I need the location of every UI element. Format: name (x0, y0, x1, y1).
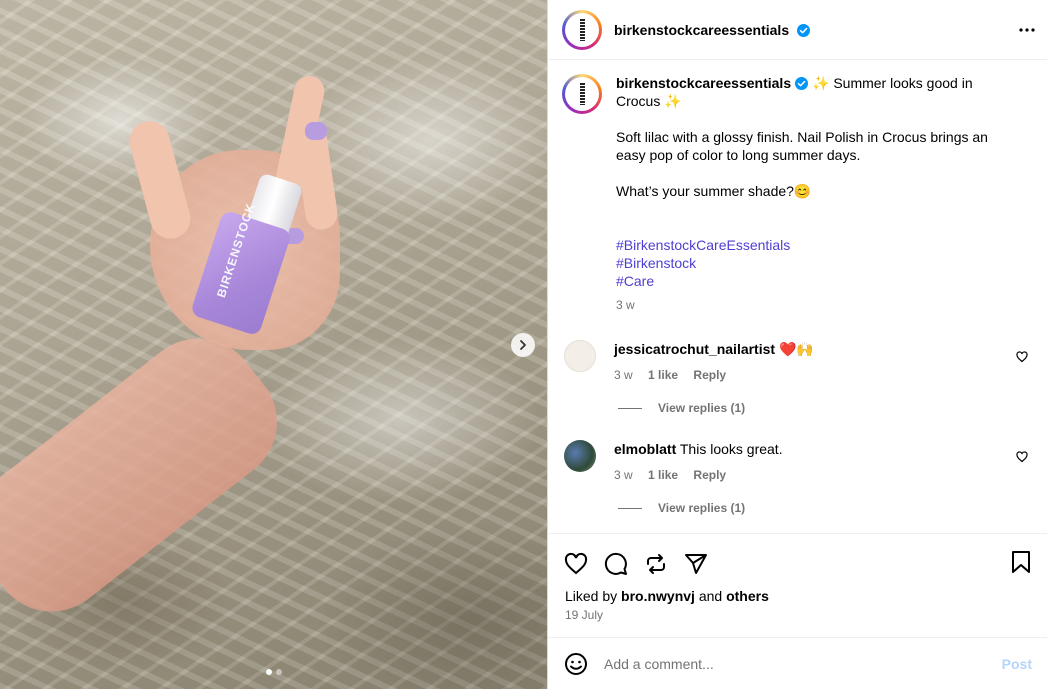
comment-likes[interactable]: 1 like (648, 368, 678, 382)
caption-avatar[interactable] (562, 74, 602, 114)
likes-and: and (698, 588, 723, 604)
comment-age: 3 w (614, 368, 633, 382)
likes-others-link[interactable]: others (726, 588, 769, 604)
post-header: birkenstockcareessentials (548, 0, 1047, 60)
carousel-dot-active (265, 669, 272, 675)
comment-item: elmoblatt This looks great. 3 w 1 like R… (564, 440, 1034, 484)
verified-badge-icon (797, 23, 810, 37)
comment-item: jessicatrochut_nailartist ❤️🙌 3 w 1 like… (564, 340, 1034, 384)
caption-body: birkenstockcareessentials ✨ Summer looks… (616, 74, 1016, 314)
bookmark-icon[interactable] (1010, 550, 1032, 577)
post-date: 19 July (565, 608, 604, 622)
comment-text: This looks great. (679, 441, 783, 457)
brand-logo-icon (579, 83, 585, 105)
comment-likes[interactable]: 1 like (648, 468, 678, 482)
hashtag-link[interactable]: #BirkenstockCareEssentials (616, 236, 1016, 254)
image-nail (305, 122, 327, 140)
repost-icon[interactable] (644, 552, 668, 576)
likes-summary: Liked by bro.nwynvj and others (565, 588, 769, 604)
like-icon[interactable] (564, 552, 588, 576)
comment-age: 3 w (614, 468, 633, 482)
comment-input[interactable] (604, 655, 984, 672)
comment-like-icon[interactable] (1016, 350, 1028, 366)
image-arm (0, 314, 302, 636)
carousel-dot (275, 669, 282, 675)
post-caption: birkenstockcareessentials ✨ Summer looks… (562, 74, 1032, 314)
author-avatar[interactable] (562, 9, 602, 50)
emoji-icon[interactable] (564, 652, 588, 676)
commenter-username[interactable]: jessicatrochut_nailartist (614, 341, 775, 357)
chevron-right-icon (520, 340, 526, 350)
reply-button[interactable]: Reply (693, 468, 726, 482)
author-username[interactable]: birkenstockcareessentials (614, 22, 789, 38)
brand-logo-icon (579, 18, 585, 41)
view-replies-button[interactable]: View replies (1) (618, 401, 745, 415)
post-image[interactable]: BIRKENSTOCK (0, 0, 547, 689)
commenter-avatar[interactable] (564, 440, 596, 472)
comment-like-icon[interactable] (1016, 450, 1028, 466)
liker-username[interactable]: bro.nwynvj (621, 588, 695, 604)
view-replies-button[interactable]: View replies (1) (618, 501, 745, 515)
commenter-avatar[interactable] (564, 340, 596, 372)
caption-line: What’s your summer shade?😊 (616, 183, 812, 199)
verified-badge-icon (795, 77, 809, 90)
comment-text: ❤️🙌 (778, 341, 814, 357)
caption-age: 3 w (616, 298, 635, 312)
more-options-icon[interactable] (1018, 22, 1036, 41)
caption-username[interactable]: birkenstockcareessentials (616, 75, 791, 91)
comment-composer: Post (548, 637, 1047, 689)
share-icon[interactable] (684, 552, 708, 576)
caption-line: Soft lilac with a glossy finish. Nail Po… (616, 129, 988, 163)
carousel-dots (0, 669, 547, 675)
comment-icon[interactable] (604, 552, 628, 576)
view-replies-label: View replies (1) (658, 401, 746, 415)
post-comment-button[interactable]: Post (1002, 656, 1032, 672)
action-bar (548, 533, 1047, 593)
hashtag-link[interactable]: #Birkenstock (616, 254, 1016, 272)
reply-button[interactable]: Reply (693, 368, 726, 382)
carousel-next-button[interactable] (511, 333, 535, 357)
commenter-username[interactable]: elmoblatt (614, 441, 676, 457)
hashtag-link[interactable]: #Care (616, 272, 1016, 290)
view-replies-label: View replies (1) (658, 501, 746, 515)
likes-prefix: Liked by (565, 588, 618, 604)
post-panel: birkenstockcareessentials birkenstockcar… (547, 0, 1047, 689)
